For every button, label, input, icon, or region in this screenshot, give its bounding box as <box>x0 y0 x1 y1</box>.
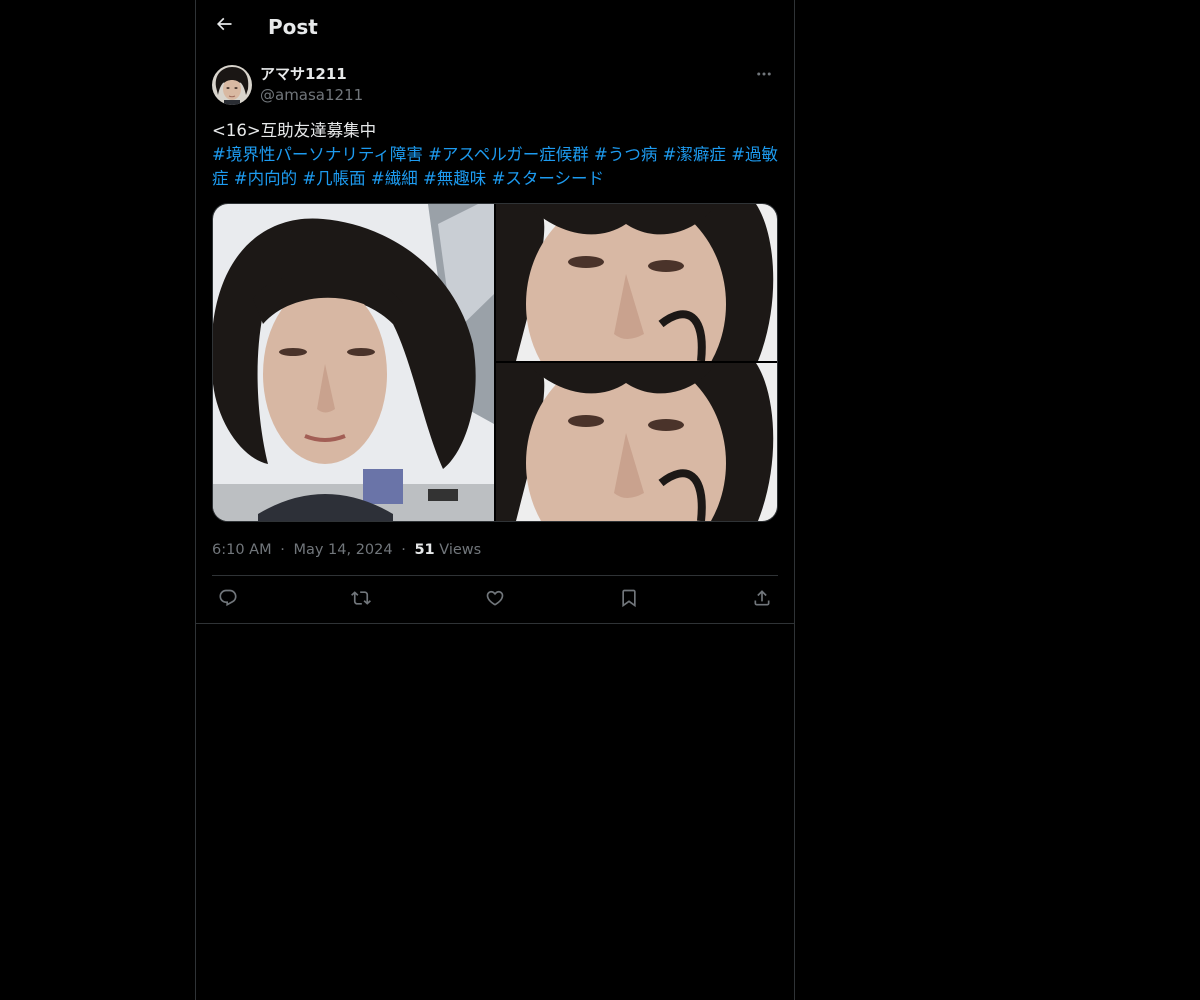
hashtag-link[interactable]: #潔癖症 <box>663 145 726 164</box>
media-photo-2[interactable] <box>496 204 777 361</box>
bookmark-button[interactable] <box>613 584 645 616</box>
heart-icon <box>485 588 505 612</box>
media-photo-1[interactable] <box>213 204 494 521</box>
post-column: Post アマサ1211 @amasa1211 <16>互助友達募集中 #境界性… <box>195 0 795 1000</box>
post-author: アマサ1211 @amasa1211 <box>212 64 778 108</box>
media-photo-3[interactable] <box>496 363 777 521</box>
more-horizontal-icon <box>755 65 773 87</box>
divider <box>196 623 794 624</box>
post-meta: 6:10 AM · May 14, 2024 · 51 Views <box>212 538 778 562</box>
post-header: Post <box>196 0 794 54</box>
share-button[interactable] <box>746 584 778 616</box>
meta-separator: · <box>280 542 285 558</box>
like-button[interactable] <box>479 584 511 616</box>
reply-icon <box>218 588 238 612</box>
hashtag-link[interactable]: #几帳面 <box>302 169 365 188</box>
page-title: Post <box>268 15 318 39</box>
post-time[interactable]: 6:10 AM <box>212 542 272 558</box>
divider <box>212 575 778 576</box>
reply-button[interactable] <box>212 584 244 616</box>
author-handle[interactable]: @amasa1211 <box>260 85 363 105</box>
hashtag-link[interactable]: #無趣味 <box>423 169 486 188</box>
back-button[interactable] <box>206 8 242 44</box>
more-button[interactable] <box>750 64 778 88</box>
repost-button[interactable] <box>345 584 377 616</box>
repost-icon <box>351 588 371 612</box>
meta-separator: · <box>401 542 406 558</box>
share-icon <box>752 588 772 612</box>
media-grid <box>212 203 778 522</box>
avatar[interactable] <box>212 65 252 105</box>
post-date[interactable]: May 14, 2024 <box>293 542 392 558</box>
arrow-left-icon <box>214 14 234 38</box>
tweet-text-line: <16>互助友達募集中 <box>212 121 377 140</box>
hashtag-link[interactable]: #境界性パーソナリティ障害 <box>212 145 423 164</box>
hashtag-link[interactable]: #うつ病 <box>594 145 657 164</box>
views-label: Views <box>439 542 482 558</box>
hashtag-link[interactable]: #アスペルガー症候群 <box>428 145 589 164</box>
bookmark-icon <box>619 588 639 612</box>
action-bar <box>212 584 778 616</box>
hashtag-link[interactable]: #内向的 <box>234 169 297 188</box>
views-count: 51 <box>414 542 435 558</box>
hashtag-link[interactable]: #スターシード <box>492 169 605 188</box>
tweet-text: <16>互助友達募集中 #境界性パーソナリティ障害 #アスペルガー症候群 #うつ… <box>212 119 778 191</box>
author-name[interactable]: アマサ1211 <box>260 64 347 84</box>
hashtag-list: #境界性パーソナリティ障害 #アスペルガー症候群 #うつ病 #潔癖症 #過敏症 … <box>212 143 778 191</box>
hashtag-link[interactable]: #繊細 <box>371 169 418 188</box>
